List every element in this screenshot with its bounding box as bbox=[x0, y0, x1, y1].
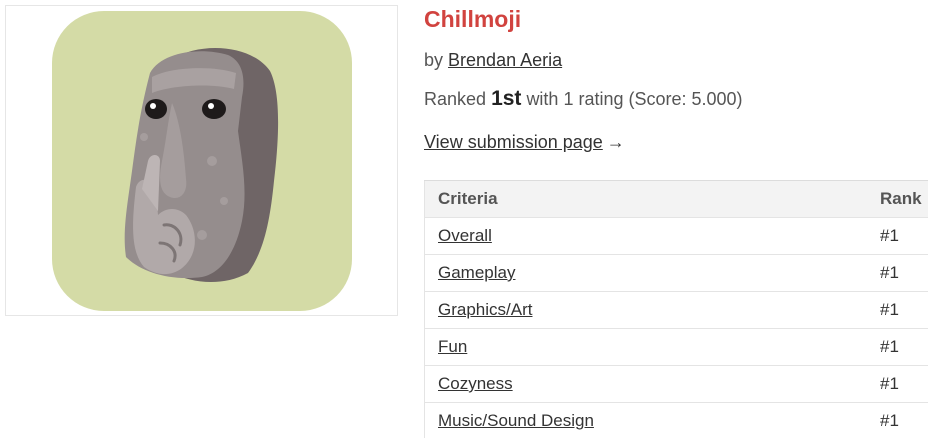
criteria-link-fun[interactable]: Fun bbox=[438, 337, 467, 356]
criteria-link-cozyness[interactable]: Cozyness bbox=[438, 374, 513, 393]
criteria-link-music-sound-design[interactable]: Music/Sound Design bbox=[438, 411, 594, 430]
rank-value: #1 bbox=[866, 328, 928, 366]
rank-value: #1 bbox=[866, 217, 928, 255]
table-row: Overall #1 bbox=[424, 217, 928, 255]
rank-value: #1 bbox=[866, 291, 928, 329]
author-link[interactable]: Brendan Aeria bbox=[448, 50, 562, 70]
table-row: Cozyness #1 bbox=[424, 365, 928, 403]
ranked-prefix: Ranked bbox=[424, 89, 487, 109]
criteria-link-overall[interactable]: Overall bbox=[438, 226, 492, 245]
criteria-rank-table: Criteria Rank Overall #1 Gameplay #1 Gra… bbox=[424, 180, 928, 438]
criteria-link-gameplay[interactable]: Gameplay bbox=[438, 263, 515, 282]
moai-shush-icon bbox=[51, 10, 352, 311]
rank-value: #1 bbox=[866, 254, 928, 292]
criteria-header: Criteria bbox=[424, 180, 866, 218]
rank-value: #1 bbox=[866, 365, 928, 403]
table-row: Gameplay #1 bbox=[424, 254, 928, 292]
rank-value: #1 bbox=[866, 402, 928, 438]
game-thumbnail-card[interactable] bbox=[5, 5, 398, 316]
view-submission-label: View submission page bbox=[424, 132, 603, 152]
table-header-row: Criteria Rank bbox=[424, 180, 928, 218]
right-arrow-icon: → bbox=[606, 132, 625, 152]
view-submission-link[interactable]: View submission page → bbox=[424, 132, 625, 153]
overall-place: 1st bbox=[491, 87, 522, 110]
ranking-summary: Ranked 1st with 1 rating (Score: 5.000) bbox=[424, 87, 743, 111]
table-row: Fun #1 bbox=[424, 328, 928, 366]
author-line: by Brendan Aeria bbox=[424, 50, 562, 71]
by-prefix: by bbox=[424, 50, 444, 70]
submission-results-page: Chillmoji by Brendan Aeria Ranked 1st wi… bbox=[0, 0, 928, 438]
table-row: Music/Sound Design #1 bbox=[424, 402, 928, 438]
rating-summary: with 1 rating (Score: 5.000) bbox=[526, 89, 743, 109]
table-row: Graphics/Art #1 bbox=[424, 291, 928, 329]
game-title: Chillmoji bbox=[424, 6, 522, 32]
rank-header: Rank bbox=[866, 180, 928, 218]
criteria-link-graphics-art[interactable]: Graphics/Art bbox=[438, 300, 532, 319]
